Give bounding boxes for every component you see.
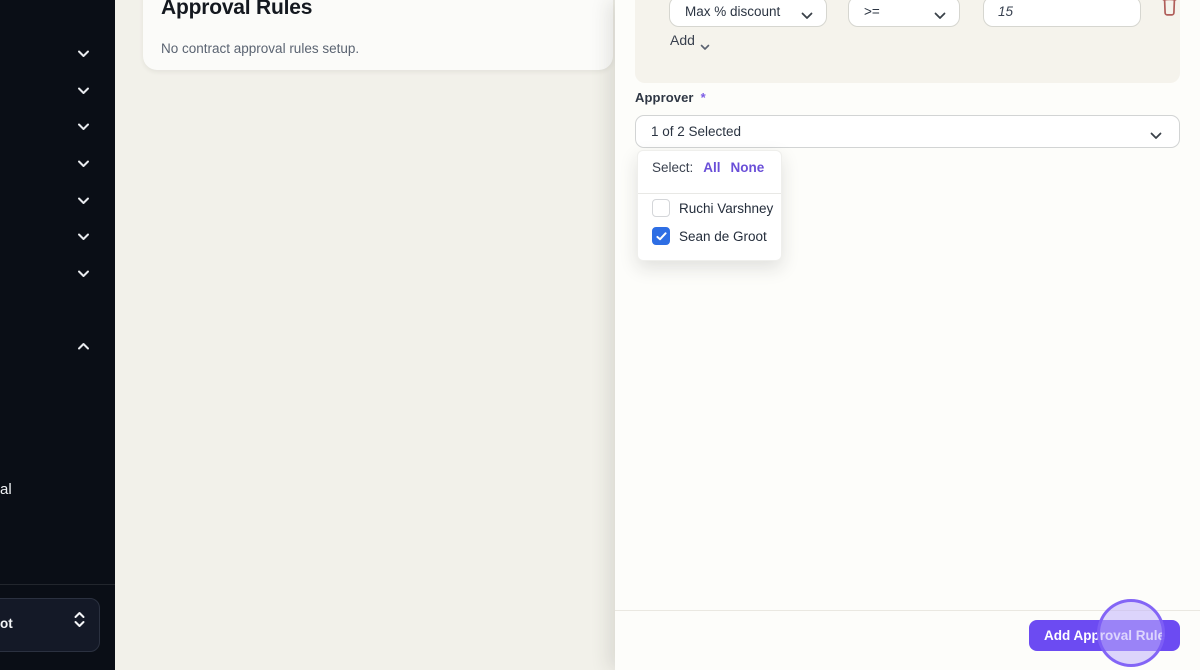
condition-field-value: Max % discount — [685, 4, 781, 19]
approver-option-row[interactable]: Sean de Groot — [638, 222, 781, 250]
approval-rules-card: Approval Rules No contract approval rule… — [143, 0, 613, 70]
empty-state-message: No contract approval rules setup. — [161, 41, 360, 56]
required-asterisk: * — [700, 90, 706, 105]
chevron-down-icon[interactable] — [77, 47, 90, 60]
up-down-stepper-icon — [73, 610, 86, 629]
chevron-down-icon — [700, 38, 710, 50]
rule-condition-group: Max % discount >= Add — [635, 0, 1180, 83]
add-condition-label: Add — [670, 32, 695, 48]
sidebar-nav-label-clipped: al — [0, 481, 12, 498]
select-all-link[interactable]: All — [703, 160, 720, 175]
approver-option-row[interactable]: Ruchi Varshney — [638, 194, 781, 222]
checkbox-checked[interactable] — [652, 227, 670, 245]
chevron-down-icon[interactable] — [77, 120, 90, 133]
chevron-down-icon[interactable] — [77, 84, 90, 97]
condition-value-input[interactable] — [983, 0, 1141, 27]
condition-field-select[interactable]: Max % discount — [669, 0, 827, 27]
add-approval-rule-button[interactable]: Add Approval Rule — [1028, 620, 1180, 651]
approver-multiselect[interactable]: 1 of 2 Selected — [635, 115, 1180, 148]
approver-option-label: Sean de Groot — [679, 228, 767, 244]
chevron-down-icon[interactable] — [77, 194, 90, 207]
sidebar: al ot — [0, 0, 115, 670]
trash-icon — [1160, 0, 1179, 20]
bulk-select-row: Select: All None — [652, 160, 764, 175]
chevron-down-icon — [934, 8, 946, 19]
condition-operator-value: >= — [864, 4, 880, 19]
chevron-up-icon[interactable] — [77, 340, 90, 353]
page-title: Approval Rules — [161, 0, 313, 19]
chevron-down-icon — [801, 8, 813, 19]
approver-option-label: Ruchi Varshney — [679, 200, 774, 216]
approver-field-label: Approver * — [635, 90, 706, 105]
add-approval-rule-drawer: Max % discount >= Add — [615, 0, 1200, 670]
sidebar-divider — [0, 584, 115, 585]
delete-condition-button[interactable] — [1158, 0, 1180, 19]
footer-divider — [615, 610, 1200, 611]
chevron-down-icon[interactable] — [77, 230, 90, 243]
add-condition-dropdown[interactable]: Add — [670, 32, 710, 50]
approver-label-text: Approver — [635, 90, 694, 105]
user-switcher-label-clipped: ot — [0, 616, 13, 631]
chevron-down-icon[interactable] — [77, 267, 90, 280]
select-prefix-label: Select: — [652, 160, 694, 175]
condition-operator-select[interactable]: >= — [848, 0, 960, 27]
approver-dropdown-popup: Select: All None Ruchi Varshney Sean de … — [637, 150, 782, 261]
chevron-down-icon[interactable] — [77, 157, 90, 170]
chevron-down-icon — [1150, 128, 1162, 139]
user-switcher-select[interactable]: ot — [0, 598, 100, 652]
select-none-link[interactable]: None — [731, 160, 765, 175]
checkbox-unchecked[interactable] — [652, 199, 670, 217]
approver-selected-summary: 1 of 2 Selected — [651, 124, 742, 139]
